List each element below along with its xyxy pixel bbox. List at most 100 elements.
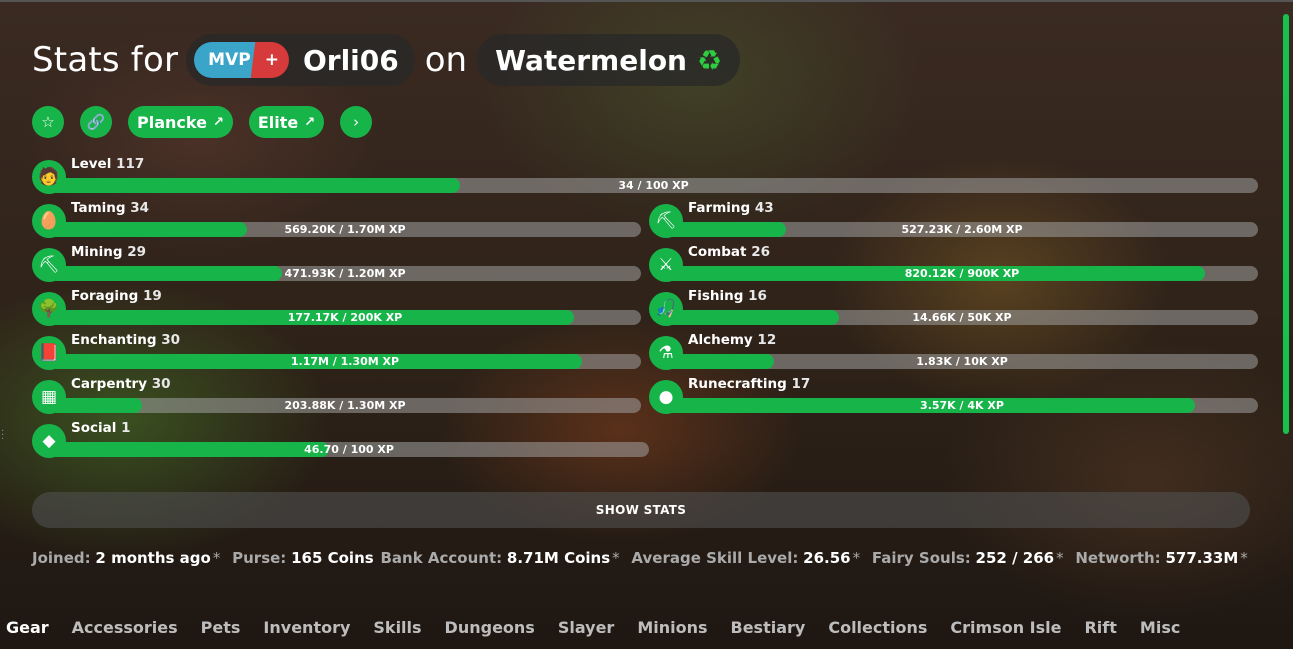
joined-value: 2 months ago: [95, 549, 211, 567]
section-tabs: Gear Accessories Pets Inventory Skills D…: [6, 618, 1180, 637]
tab-rift[interactable]: Rift: [1084, 618, 1116, 637]
brewing-stand-icon: ⚗: [649, 336, 683, 370]
tab-crimson-isle[interactable]: Crimson Isle: [950, 618, 1061, 637]
rank-badge: MVP +: [194, 42, 289, 78]
external-link-icon: ↗: [212, 114, 224, 130]
xp-text: 1.83K / 10K XP: [916, 355, 1008, 368]
networth-value: 577.33M: [1165, 549, 1239, 567]
show-stats-button[interactable]: SHOW STATS: [32, 492, 1250, 528]
crafting-table-icon: ▦: [32, 380, 66, 414]
stats-for-label: Stats for: [32, 40, 179, 80]
rank-mvp: MVP: [194, 42, 257, 78]
external-link-icon: ↗: [304, 114, 316, 130]
skill-name: Social: [71, 420, 117, 436]
scrollbar[interactable]: [1283, 14, 1289, 434]
player-pill[interactable]: MVP + Orli06: [186, 34, 415, 86]
tab-inventory[interactable]: Inventory: [263, 618, 350, 637]
skill-level-value: 16: [748, 288, 767, 304]
tab-bestiary[interactable]: Bestiary: [731, 618, 806, 637]
sword-icon: ⚔: [649, 248, 683, 282]
hoe-icon: ⛏: [649, 204, 683, 238]
skill-taming: 🥚 Taming 34 569.20K / 1.70M XP: [32, 200, 641, 238]
asterisk: *: [212, 549, 221, 567]
sapling-icon: 🌳: [32, 292, 66, 326]
elite-button[interactable]: Elite ↗: [248, 106, 325, 138]
avg-skill-label: Average Skill Level:: [631, 549, 799, 567]
tab-skills[interactable]: Skills: [373, 618, 421, 637]
spawn-egg-icon: 🥚: [32, 204, 66, 238]
plancke-label: Plancke: [137, 112, 207, 132]
skill-level-value: 117: [116, 156, 145, 172]
skill-level-value: 29: [127, 244, 147, 260]
link-icon: 🔗: [86, 113, 106, 131]
bank-label: Bank Account:: [380, 549, 503, 567]
tab-collections[interactable]: Collections: [828, 618, 927, 637]
purse-label: Purse:: [232, 549, 287, 567]
skill-name: Runecrafting: [688, 376, 787, 392]
tab-dungeons[interactable]: Dungeons: [445, 618, 535, 637]
asterisk: *: [852, 549, 861, 567]
skill-foraging: 🌳 Foraging 19 177.17K / 200K XP: [32, 288, 641, 326]
enchanting-table-icon: 📕: [32, 336, 66, 370]
skill-enchanting: 📕 Enchanting 30 1.17M / 1.30M XP: [32, 332, 641, 370]
skill-level-value: 1: [121, 420, 131, 436]
joined-label: Joined:: [32, 549, 91, 567]
tab-slayer[interactable]: Slayer: [558, 618, 614, 637]
favorite-button[interactable]: ☆: [32, 106, 64, 138]
xp-text: 471.93K / 1.20M XP: [284, 267, 406, 280]
magma-cream-icon: ●: [649, 380, 683, 414]
copy-link-button[interactable]: 🔗: [80, 106, 112, 138]
skill-runecrafting: ● Runecrafting 17 3.57K / 4K XP: [649, 376, 1258, 414]
plancke-button[interactable]: Plancke ↗: [128, 106, 233, 138]
asterisk: *: [612, 549, 620, 567]
tab-pets[interactable]: Pets: [201, 618, 241, 637]
skill-level-value: 26: [751, 244, 770, 260]
skill-level-value: 12: [757, 332, 777, 348]
skill-level-value: 30: [151, 376, 171, 392]
skill-combat: ⚔ Combat 26 820.12K / 900K XP: [649, 244, 1258, 282]
asterisk: *: [1056, 549, 1064, 567]
skill-farming: ⛏ Farming 43 527.23K / 2.60M XP: [649, 200, 1258, 238]
xp-text: 14.66K / 50K XP: [912, 311, 1012, 324]
tab-gear[interactable]: Gear: [6, 618, 49, 637]
asterisk: *: [1240, 549, 1248, 567]
xp-text: 1.17M / 1.30M XP: [290, 355, 400, 368]
skill-fishing: 🎣 Fishing 16 14.66K / 50K XP: [649, 288, 1258, 326]
profile-name: Watermelon: [495, 43, 687, 77]
skill-name: Carpentry: [71, 376, 148, 392]
xp-text: 46.70 / 100 XP: [304, 443, 394, 456]
action-buttons: ☆ 🔗 Plancke ↗ Elite ↗ ›: [32, 106, 373, 138]
skill-name: Combat: [688, 244, 747, 260]
player-name: Orli06: [302, 43, 399, 77]
tab-minions[interactable]: Minions: [637, 618, 707, 637]
star-icon: ☆: [41, 113, 55, 131]
xp-text: 203.88K / 1.30M XP: [284, 399, 406, 412]
player-head-icon: 🧑: [32, 160, 66, 194]
tab-accessories[interactable]: Accessories: [72, 618, 178, 637]
xp-text: 3.57K / 4K XP: [920, 399, 1004, 412]
skill-name: Alchemy: [688, 332, 753, 348]
skill-social: ◆ Social 1 46.70 / 100 XP: [32, 420, 649, 458]
skill-alchemy: ⚗ Alchemy 12 1.83K / 10K XP: [649, 332, 1258, 370]
xp-text: 820.12K / 900K XP: [904, 267, 1020, 280]
skill-name: Enchanting: [71, 332, 157, 348]
fairy-souls-value: 252 / 266: [975, 549, 1055, 567]
xp-text: 527.23K / 2.60M XP: [901, 223, 1023, 236]
skill-name: Farming: [688, 200, 751, 216]
tab-misc[interactable]: Misc: [1140, 618, 1180, 637]
skill-level: 🧑 Level 117 34 / 100 XP: [32, 156, 1258, 194]
skill-mining: ⛏ Mining 29 471.93K / 1.20M XP: [32, 244, 641, 282]
skill-name: Level: [71, 156, 112, 172]
skill-name: Fishing: [688, 288, 744, 304]
xp-text: 177.17K / 200K XP: [287, 311, 403, 324]
xp-text: 34 / 100 XP: [618, 179, 689, 192]
resize-handle-icon[interactable]: · · ·: [1, 427, 4, 445]
skill-level-value: 43: [754, 200, 774, 216]
skill-level-value: 34: [130, 200, 150, 216]
top-border: [0, 0, 1293, 2]
on-label: on: [424, 40, 468, 80]
profile-pill[interactable]: Watermelon ♻: [477, 34, 741, 86]
bank-value: 8.71M Coins: [506, 549, 611, 567]
more-button[interactable]: ›: [340, 106, 373, 138]
stats-header: Stats for MVP + Orli06 on Watermelon ♻: [32, 34, 741, 86]
